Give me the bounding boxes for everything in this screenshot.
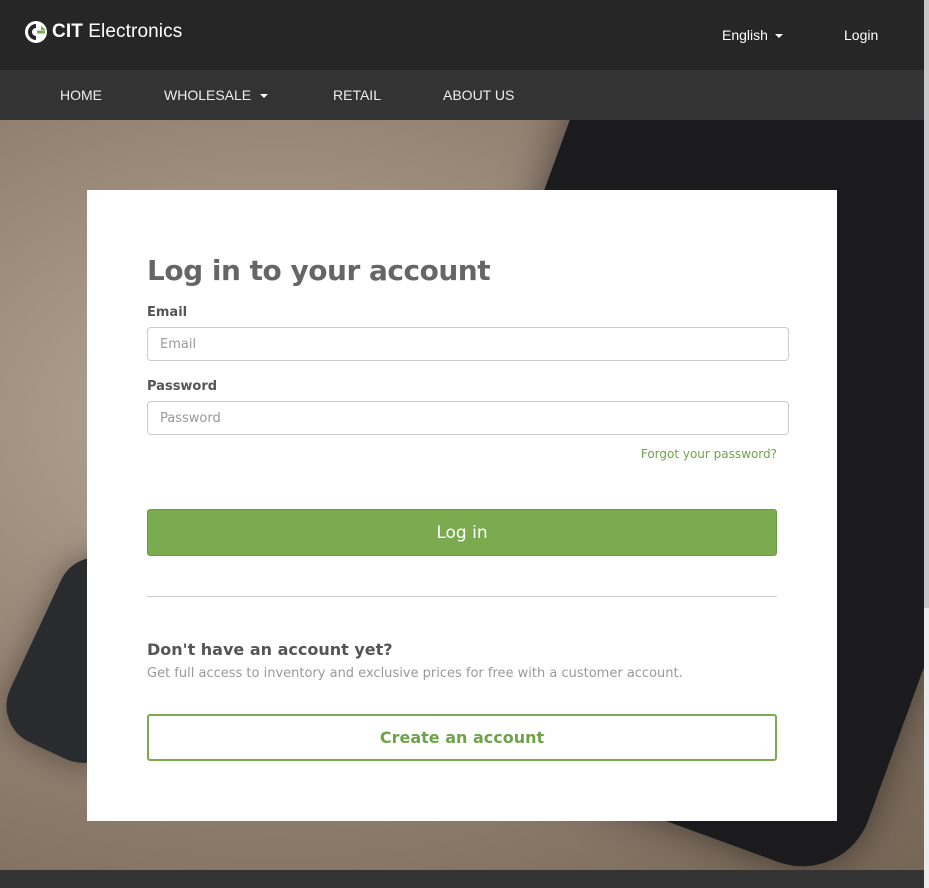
main-nav: HOME WHOLESALE RETAIL ABOUT US bbox=[0, 70, 924, 120]
password-label: Password bbox=[147, 379, 218, 394]
top-header: CIT Electronics English Login bbox=[0, 0, 924, 70]
brand-name: CIT Electronics bbox=[52, 21, 183, 42]
language-label: English bbox=[722, 27, 768, 43]
nav-about-us[interactable]: ABOUT US bbox=[443, 87, 514, 103]
footer-bar bbox=[0, 870, 924, 888]
nav-retail[interactable]: RETAIL bbox=[333, 87, 381, 103]
language-dropdown[interactable]: English bbox=[722, 27, 783, 43]
scrollbar-thumb[interactable] bbox=[924, 0, 929, 608]
forgot-password-link[interactable]: Forgot your password? bbox=[87, 447, 777, 461]
brand-logo[interactable]: CIT Electronics bbox=[24, 19, 182, 45]
signup-heading: Don't have an account yet? bbox=[147, 640, 393, 659]
cit-logo-icon bbox=[25, 21, 47, 43]
create-account-button[interactable]: Create an account bbox=[147, 714, 777, 761]
password-input[interactable] bbox=[147, 401, 789, 435]
nav-home[interactable]: HOME bbox=[60, 87, 102, 103]
caret-down-icon bbox=[260, 94, 269, 99]
nav-wholesale-label: WHOLESALE bbox=[164, 87, 252, 103]
divider bbox=[147, 596, 777, 597]
email-label: Email bbox=[147, 305, 188, 320]
signup-description: Get full access to inventory and exclusi… bbox=[147, 666, 683, 681]
caret-down-icon bbox=[774, 34, 783, 39]
nav-wholesale[interactable]: WHOLESALE bbox=[164, 87, 269, 103]
login-title: Log in to your account bbox=[147, 254, 491, 287]
login-card: Log in to your account Email Password Fo… bbox=[87, 190, 837, 821]
email-input[interactable] bbox=[147, 327, 789, 361]
login-button[interactable]: Log in bbox=[147, 509, 777, 556]
header-login-link[interactable]: Login bbox=[844, 27, 878, 43]
